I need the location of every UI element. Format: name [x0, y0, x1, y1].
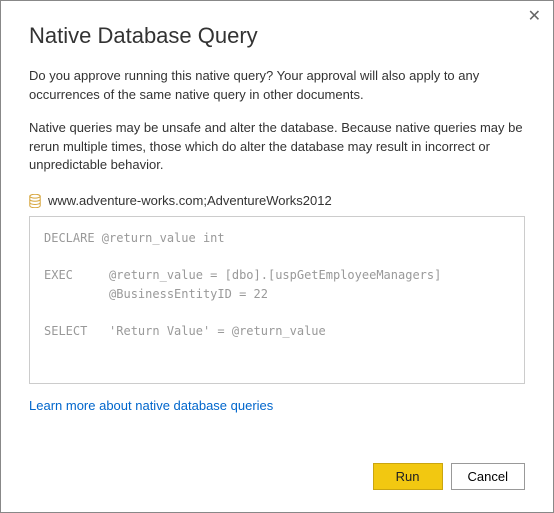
query-preview: DECLARE @return_value int EXEC @return_v… — [29, 216, 525, 384]
close-icon[interactable]: ✕ — [528, 9, 541, 25]
dialog-title: Native Database Query — [29, 23, 525, 49]
database-row: www.adventure-works.com;AdventureWorks20… — [29, 193, 525, 208]
database-name: www.adventure-works.com;AdventureWorks20… — [48, 193, 332, 208]
warning-text: Native queries may be unsafe and alter t… — [29, 119, 525, 176]
learn-more-link[interactable]: Learn more about native database queries — [29, 398, 273, 413]
approval-text: Do you approve running this native query… — [29, 67, 525, 105]
run-button[interactable]: Run — [373, 463, 443, 490]
database-icon — [29, 194, 41, 208]
cancel-button[interactable]: Cancel — [451, 463, 525, 490]
dialog-content: Native Database Query Do you approve run… — [1, 1, 553, 437]
button-row: Run Cancel — [1, 463, 553, 512]
